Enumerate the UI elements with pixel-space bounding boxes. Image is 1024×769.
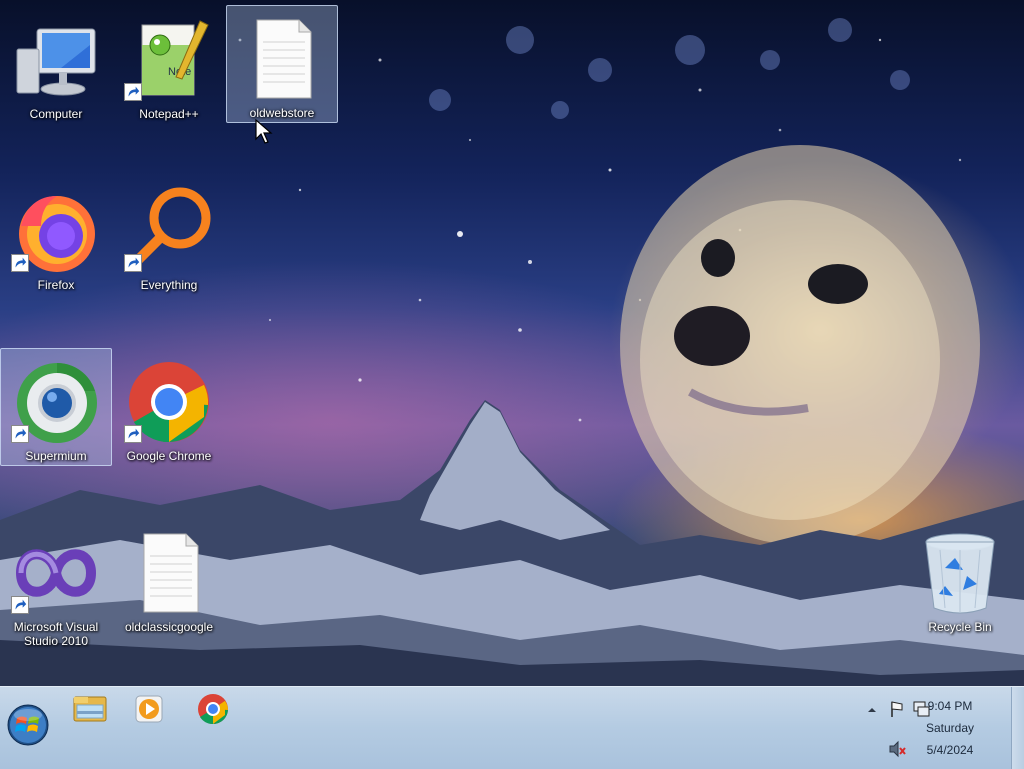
computer-icon [16, 28, 96, 96]
file-explorer-icon [73, 696, 107, 722]
clock-date[interactable]: 5/4/2024 [910, 743, 990, 757]
desktop-icon-label: Computer [29, 107, 83, 121]
shortcut-arrow-icon [11, 425, 29, 443]
wallpaper-doge [620, 145, 980, 545]
taskbar[interactable]: 9:04 PM Saturday 5/4/2024 [0, 686, 1024, 769]
shortcut-arrow-icon [124, 254, 142, 272]
label-line-2: Studio 2010 [23, 634, 89, 648]
mouse-cursor-icon [255, 119, 273, 144]
shortcut-arrow-icon [124, 83, 142, 101]
desktop-icon-computer[interactable]: Computer [0, 6, 112, 124]
desktop-icon-label: Recycle Bin [928, 620, 992, 634]
desktop-icon-label: Firefox [37, 278, 75, 292]
clock-time[interactable]: 9:04 PM [910, 699, 990, 713]
windows-start-orb-icon[interactable] [6, 703, 50, 747]
desktop-icon-notepad-plus-plus[interactable]: Note Notepad++ [113, 6, 225, 124]
desktop-icon-label: oldwebstore [249, 106, 315, 120]
taskbar-button-chrome[interactable] [187, 689, 239, 729]
desktop-icon-label: oldclassicgoogle [124, 620, 214, 634]
taskbar-button-explorer[interactable] [64, 689, 116, 729]
shortcut-arrow-icon [124, 425, 142, 443]
text-document-icon [256, 19, 312, 99]
text-document-icon [143, 533, 199, 613]
desktop-icon-label: Supermium [25, 449, 87, 463]
label-line-1: Microsoft Visual [13, 620, 99, 634]
desktop-icon-label: Google Chrome [126, 449, 212, 463]
show-desktop-button[interactable] [1011, 687, 1024, 769]
chrome-icon [198, 694, 228, 725]
shortcut-arrow-icon [11, 596, 29, 614]
desktop-icon-firefox[interactable]: Firefox [0, 177, 112, 295]
shortcut-arrow-icon [11, 254, 29, 272]
desktop-icon-label: Notepad++ [139, 107, 199, 121]
system-tray: 9:04 PM Saturday 5/4/2024 [850, 687, 1024, 769]
media-player-icon [135, 695, 163, 723]
show-hidden-icons-chevron-icon[interactable] [862, 699, 882, 719]
desktop-icon-oldwebstore[interactable]: oldwebstore [226, 5, 338, 123]
desktop-icon-everything[interactable]: Everything [113, 177, 225, 295]
taskbar-button-media-player[interactable] [124, 689, 176, 729]
recycle-bin-icon [925, 533, 995, 614]
desktop[interactable]: Computer Note Notepad++ oldwebstore [0, 0, 1024, 686]
desktop-icon-supermium[interactable]: Supermium [0, 348, 112, 466]
desktop-icon-label: Microsoft Visual Studio 2010 [1, 620, 111, 648]
desktop-icon-label: Everything [140, 278, 198, 292]
action-center-flag-icon[interactable] [887, 699, 907, 719]
desktop-icon-oldclassicgoogle[interactable]: oldclassicgoogle [113, 519, 225, 637]
clock-day[interactable]: Saturday [910, 721, 990, 735]
desktop-icon-recycle-bin[interactable]: Recycle Bin [904, 519, 1016, 637]
volume-muted-icon[interactable] [887, 739, 907, 759]
desktop-icon-visual-studio-2010[interactable]: Microsoft Visual Studio 2010 [0, 519, 112, 653]
desktop-icon-google-chrome[interactable]: Google Chrome [113, 348, 225, 466]
